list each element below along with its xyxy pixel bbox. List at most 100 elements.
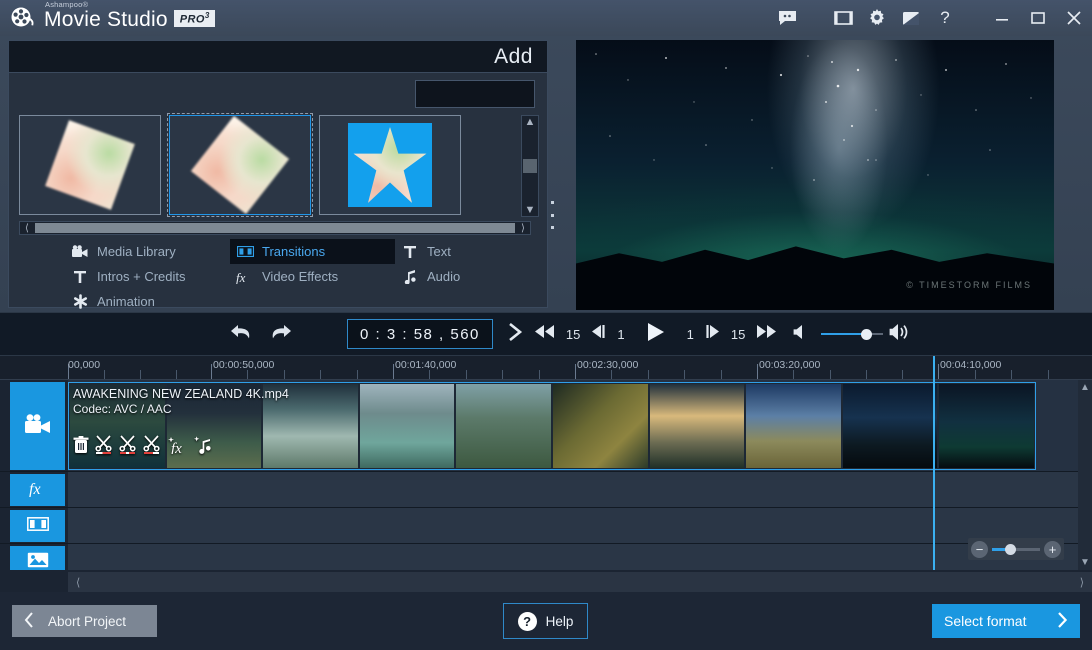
- split-icon[interactable]: [94, 435, 113, 459]
- playhead[interactable]: [933, 356, 935, 570]
- select-format-button[interactable]: Select format: [932, 604, 1080, 638]
- timeline[interactable]: 00,000 00:00:50,000 00:01:40,000 00:02:3…: [0, 356, 1092, 592]
- movie-studio-window: Ashampoo® Movie Studio PRO3 ? Add ▲ ▼ ⟨ …: [0, 0, 1092, 650]
- next-marker-icon[interactable]: [507, 322, 524, 346]
- ruler-label: 00:00:50,000: [213, 359, 275, 371]
- feedback-icon[interactable]: [770, 0, 804, 36]
- track-header-transitions[interactable]: [10, 510, 65, 542]
- thumbnails-horizontal-scrollbar[interactable]: ⟨ ⟩: [19, 221, 531, 235]
- abort-project-label: Abort Project: [48, 613, 127, 629]
- video-preview[interactable]: © TIMESTORM FILMS: [576, 40, 1054, 310]
- chevron-left-icon: [24, 611, 34, 631]
- track-body-image[interactable]: [68, 544, 1092, 570]
- timeline-clip[interactable]: AWAKENING NEW ZEALAND 4K.mp4 Codec: AVC …: [68, 382, 1036, 470]
- volume-slider[interactable]: [821, 328, 884, 340]
- track-transitions[interactable]: [0, 508, 1092, 544]
- scroll-down-icon[interactable]: ▼: [1080, 557, 1090, 568]
- track-body-video[interactable]: AWAKENING NEW ZEALAND 4K.mp4 Codec: AVC …: [68, 380, 1092, 471]
- undo-redo-group: [230, 323, 292, 346]
- help-button[interactable]: ? Help: [503, 603, 588, 639]
- trim-end-icon[interactable]: [142, 435, 161, 459]
- timeline-ruler[interactable]: 00,000 00:00:50,000 00:01:40,000 00:02:3…: [0, 356, 1092, 380]
- search-input[interactable]: [422, 87, 577, 101]
- scroll-up-icon[interactable]: ▲: [525, 116, 536, 128]
- help-icon[interactable]: ?: [928, 0, 962, 36]
- delete-icon[interactable]: [73, 436, 89, 459]
- scroll-left-icon[interactable]: ⟨: [20, 223, 34, 234]
- mute-icon[interactable]: [793, 324, 806, 344]
- transition-thumb-rotate-2[interactable]: [167, 113, 313, 217]
- track-header-effects[interactable]: fx: [10, 474, 65, 506]
- transition-thumbnails: [19, 113, 531, 217]
- step-back-icon[interactable]: [591, 325, 606, 343]
- trim-start-icon[interactable]: [118, 435, 137, 459]
- thumbnails-vertical-scrollbar[interactable]: ▲ ▼: [521, 115, 539, 217]
- zoom-in-button[interactable]: +: [1044, 540, 1061, 558]
- clip-thumb: [456, 384, 551, 468]
- undo-icon[interactable]: [230, 323, 253, 346]
- track-header-video[interactable]: [10, 382, 65, 470]
- rewind-icon[interactable]: [534, 325, 555, 343]
- redo-icon[interactable]: [269, 323, 292, 346]
- rotate-square-preview: [45, 120, 135, 210]
- category-media-library[interactable]: Media Library: [65, 239, 230, 264]
- track-body-effects[interactable]: [68, 472, 1092, 507]
- maximize-button[interactable]: [1020, 0, 1056, 36]
- clip-codec: Codec: AVC / AAC: [73, 402, 172, 416]
- transition-thumb-rotate-1[interactable]: [19, 115, 161, 215]
- step-forward-label: 1: [686, 326, 694, 342]
- category-transitions[interactable]: Transitions: [230, 239, 395, 264]
- step-back-label: 1: [617, 326, 625, 342]
- zoom-slider[interactable]: [992, 543, 1040, 555]
- category-text[interactable]: Text: [395, 239, 555, 264]
- timeline-horizontal-scrollbar[interactable]: ⟨ ⟩: [68, 572, 1092, 592]
- timeline-zoom-control[interactable]: − +: [968, 538, 1064, 560]
- chevron-right-icon: [1057, 611, 1068, 631]
- fx-icon: fx: [27, 479, 49, 502]
- panel-resize-handle[interactable]: [549, 201, 555, 229]
- ruler-label: 00:02:30,000: [577, 359, 639, 371]
- scroll-right-icon[interactable]: ⟩: [516, 223, 530, 234]
- screen-icon[interactable]: [826, 0, 860, 36]
- timecode-field[interactable]: 0 : 3 : 58 , 560: [347, 319, 493, 349]
- timeline-vertical-scrollbar[interactable]: ▲ ▼: [1078, 380, 1092, 570]
- play-icon[interactable]: [646, 322, 666, 347]
- add-audio-icon[interactable]: [193, 435, 213, 459]
- scroll-thumb[interactable]: [523, 159, 537, 173]
- scroll-down-icon[interactable]: ▼: [525, 204, 536, 216]
- search-box[interactable]: [415, 80, 594, 108]
- transition-thumb-star[interactable]: [319, 115, 461, 215]
- step-forward-icon[interactable]: [705, 325, 720, 343]
- abort-project-button[interactable]: Abort Project: [12, 605, 157, 637]
- rotate-square-preview: [190, 116, 290, 214]
- fast-forward-icon[interactable]: [756, 325, 777, 343]
- zoom-out-button[interactable]: −: [971, 540, 988, 558]
- volume-slider-group[interactable]: [821, 323, 911, 345]
- gear-icon[interactable]: [860, 0, 894, 36]
- close-button[interactable]: [1056, 0, 1092, 36]
- scroll-up-icon[interactable]: ▲: [1080, 382, 1090, 393]
- category-video-effects[interactable]: fx Video Effects: [230, 264, 395, 289]
- clip-thumb: [939, 384, 1034, 468]
- track-body-transitions[interactable]: [68, 508, 1092, 543]
- track-image[interactable]: [0, 544, 1092, 570]
- volume-icon[interactable]: [889, 323, 911, 345]
- category-animation[interactable]: Animation: [65, 289, 230, 314]
- track-video[interactable]: AWAKENING NEW ZEALAND 4K.mp4 Codec: AVC …: [0, 380, 1092, 472]
- scroll-thumb[interactable]: [35, 223, 515, 233]
- vendor-label: Ashampoo®: [45, 0, 89, 9]
- category-label: Animation: [97, 294, 155, 309]
- scroll-left-icon[interactable]: ⟨: [76, 576, 80, 589]
- category-intros-credits[interactable]: Intros + Credits: [65, 264, 230, 289]
- category-audio[interactable]: Audio: [395, 264, 555, 289]
- transition-icon: [26, 516, 49, 536]
- scroll-right-icon[interactable]: ⟩: [1080, 576, 1084, 589]
- track-header-image[interactable]: [10, 546, 65, 570]
- clip-thumb: [359, 384, 455, 468]
- track-effects[interactable]: fx: [0, 472, 1092, 508]
- svg-text:fx: fx: [29, 481, 41, 497]
- camera-icon: [71, 245, 89, 258]
- minimize-button[interactable]: [984, 0, 1020, 36]
- theme-icon[interactable]: [894, 0, 928, 36]
- add-effect-icon[interactable]: fx: [166, 435, 188, 459]
